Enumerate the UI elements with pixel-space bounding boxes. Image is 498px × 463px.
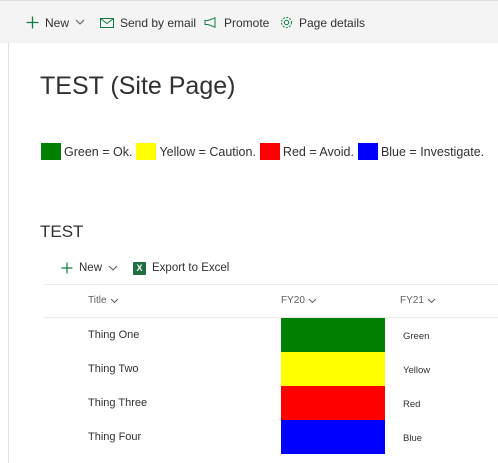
- send-by-email-label: Send by email: [120, 15, 197, 30]
- chevron-down-icon: [308, 298, 317, 303]
- color-legend: Green = Ok. Yellow = Caution. Red = Avoi…: [41, 143, 488, 160]
- megaphone-icon: [204, 17, 216, 28]
- legend-swatch-green: [41, 143, 61, 160]
- row-4-fy20-cell: [281, 420, 385, 454]
- column-header-title[interactable]: Title: [88, 295, 119, 306]
- column-header-title-label: Title: [88, 295, 107, 306]
- page-details-button[interactable]: Page details: [280, 1, 365, 44]
- row-2-title[interactable]: Thing Two: [88, 363, 139, 375]
- row-divider: [44, 317, 498, 318]
- command-bar: New Send by email Promote Page details: [0, 0, 498, 43]
- list-new-label: New: [79, 262, 103, 274]
- column-header-fy21[interactable]: FY21: [400, 295, 436, 306]
- row-3-fy20-cell: [281, 386, 385, 420]
- page-title: TEST (Site Page): [40, 72, 236, 100]
- row-1-title[interactable]: Thing One: [88, 329, 139, 341]
- legend-swatch-blue: [357, 143, 378, 160]
- legend-label-red: Red = Avoid.: [282, 144, 354, 159]
- column-header-fy21-label: FY21: [400, 295, 424, 306]
- export-to-excel-label: Export to Excel: [152, 262, 230, 274]
- list-title[interactable]: TEST: [40, 222, 83, 242]
- send-by-email-button[interactable]: Send by email: [100, 1, 196, 44]
- excel-icon: X: [133, 261, 146, 275]
- plus-icon: [26, 16, 39, 29]
- row-4-fy21-value: Blue: [403, 433, 423, 444]
- chevron-down-icon: [75, 19, 85, 25]
- chevron-down-icon: [108, 265, 118, 271]
- page-details-label: Page details: [299, 15, 366, 30]
- chevron-down-icon: [110, 298, 118, 303]
- column-header-fy20[interactable]: FY20: [281, 295, 317, 306]
- header-divider: [44, 284, 498, 285]
- list-new-button[interactable]: New: [61, 256, 118, 280]
- row-2-fy21-value: Yellow: [403, 365, 431, 376]
- new-button-label: New: [45, 15, 70, 30]
- page-canvas: [8, 43, 498, 463]
- plus-icon: [61, 262, 73, 274]
- row-1-fy21-value: Green: [403, 331, 430, 342]
- row-4-title[interactable]: Thing Four: [88, 431, 141, 443]
- row-1-fy20-cell: [281, 318, 385, 352]
- promote-button[interactable]: Promote: [204, 1, 269, 44]
- gear-icon: [281, 17, 292, 28]
- column-header-fy20-label: FY20: [281, 295, 305, 306]
- legend-swatch-red: [259, 143, 280, 160]
- legend-label-yellow: Yellow = Caution.: [159, 144, 256, 159]
- new-button[interactable]: New: [26, 1, 85, 44]
- chevron-down-icon: [427, 298, 436, 303]
- legend-swatch-yellow: [136, 143, 157, 160]
- legend-label-blue: Blue = Investigate.: [380, 144, 485, 159]
- row-3-fy21-value: Red: [403, 399, 421, 410]
- promote-label: Promote: [224, 15, 270, 30]
- row-2-fy20-cell: [281, 352, 385, 386]
- row-3-title[interactable]: Thing Three: [88, 397, 147, 409]
- legend-label-green: Green = Ok.: [64, 144, 133, 159]
- export-to-excel-button[interactable]: X Export to Excel: [133, 256, 229, 280]
- mail-icon: [100, 17, 114, 28]
